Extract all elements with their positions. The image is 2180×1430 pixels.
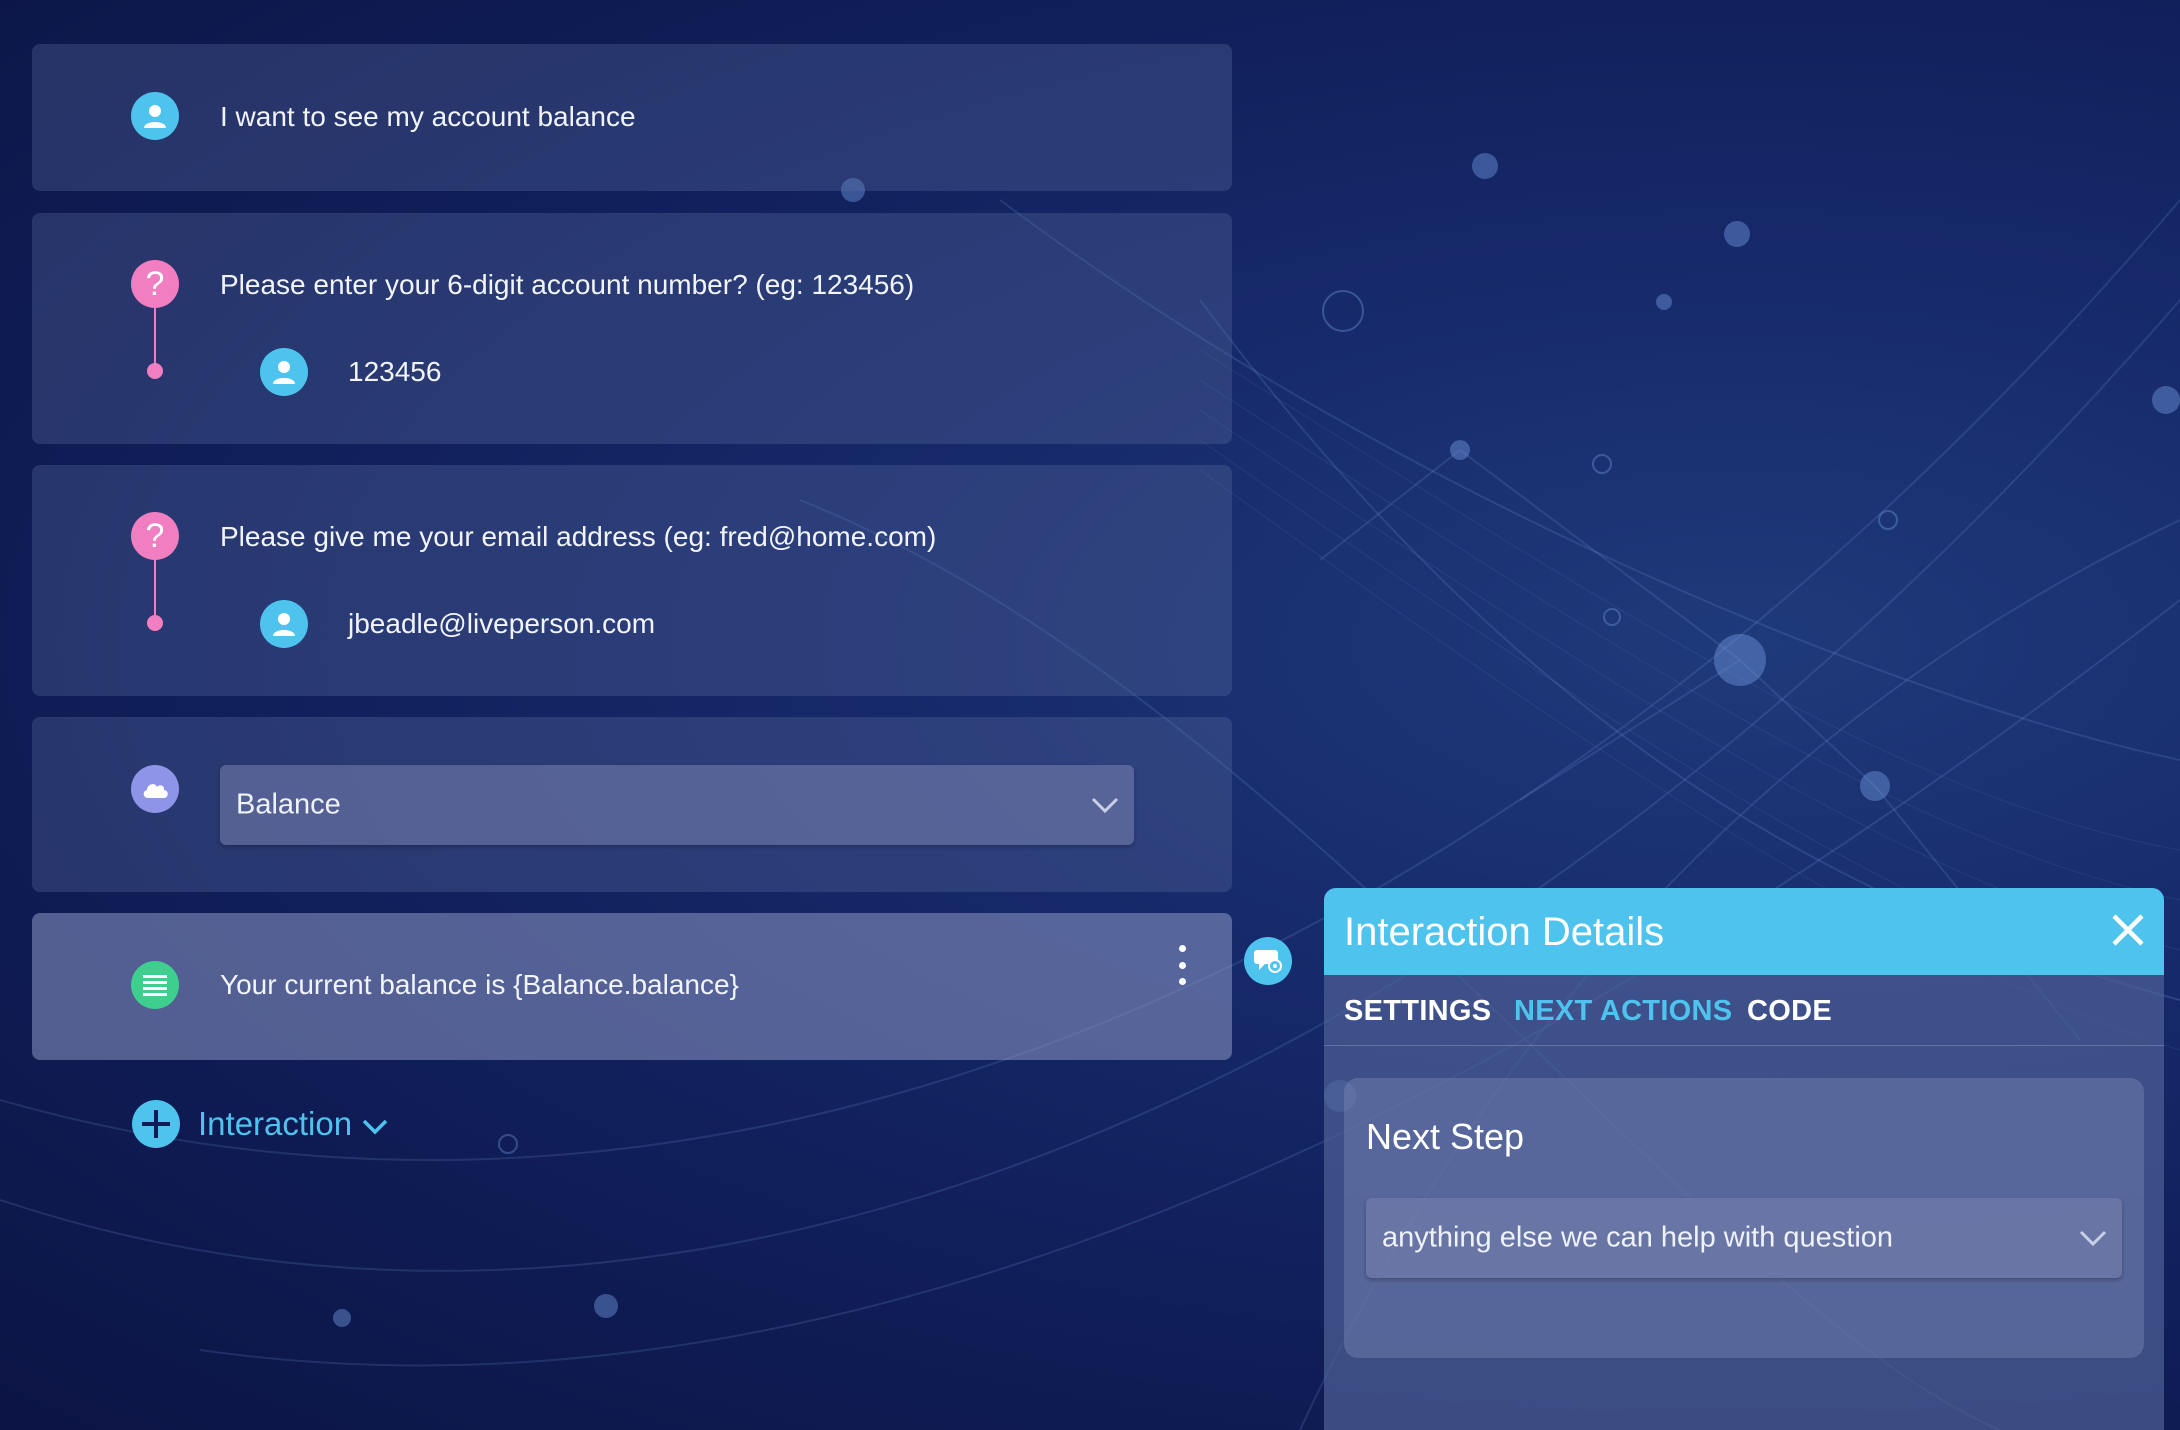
question-stem — [154, 308, 156, 368]
user-icon — [260, 600, 308, 648]
question-dot — [147, 615, 163, 631]
tab-code[interactable]: CODE — [1747, 995, 1832, 1028]
integration-select-value: Balance — [236, 788, 341, 821]
interaction-card-user[interactable]: I want to see my account balance — [32, 44, 1232, 191]
chevron-down-icon — [1091, 797, 1119, 814]
interaction-card-question-account[interactable]: ? Please enter your 6-digit account numb… — [32, 213, 1232, 444]
interaction-card-question-email[interactable]: ? Please give me your email address (eg:… — [32, 465, 1232, 696]
cloud-icon — [131, 765, 179, 813]
tab-next-actions[interactable]: NEXT ACTIONS — [1514, 995, 1732, 1028]
plus-icon — [132, 1100, 180, 1148]
close-icon[interactable] — [2108, 910, 2148, 950]
add-interaction-button[interactable]: Interaction — [132, 1100, 390, 1148]
interaction-details-panel: Interaction Details SETTINGS NEXT ACTION… — [1324, 888, 2164, 1430]
chevron-down-icon — [362, 1119, 388, 1135]
question-icon: ? — [131, 512, 179, 560]
chevron-down-icon — [2079, 1230, 2107, 1247]
next-step-select[interactable]: anything else we can help with question — [1366, 1198, 2122, 1278]
user-icon — [260, 348, 308, 396]
tab-settings[interactable]: SETTINGS — [1344, 995, 1491, 1028]
integration-select[interactable]: Balance — [220, 765, 1134, 845]
interaction-card-integration[interactable]: Balance — [32, 717, 1232, 892]
chat-gear-icon[interactable] — [1244, 937, 1292, 985]
kebab-menu-icon[interactable] — [1174, 945, 1190, 985]
panel-title: Interaction Details — [1344, 910, 1665, 954]
text-lines-icon — [131, 961, 179, 1009]
user-response-text: jbeadle@liveperson.com — [348, 608, 656, 639]
question-text: Please give me your email address (eg: f… — [220, 521, 937, 552]
panel-header: Interaction Details — [1324, 888, 2164, 975]
statement-text: Your current balance is {Balance.balance… — [220, 969, 739, 1000]
interaction-card-text[interactable]: Your current balance is {Balance.balance… — [32, 913, 1232, 1060]
user-response-text: 123456 — [348, 356, 442, 387]
question-icon: ? — [131, 260, 179, 308]
next-step-label: Next Step — [1366, 1116, 1525, 1157]
question-stem — [154, 560, 156, 620]
user-icon — [131, 92, 179, 140]
user-utterance-text: I want to see my account balance — [220, 101, 636, 132]
add-interaction-label: Interaction — [198, 1105, 353, 1142]
question-text: Please enter your 6-digit account number… — [220, 269, 915, 300]
question-dot — [147, 363, 163, 379]
next-step-select-value: anything else we can help with question — [1382, 1221, 1894, 1254]
next-step-card: Next Step anything else we can help with… — [1344, 1078, 2144, 1358]
panel-tabs: SETTINGS NEXT ACTIONS CODE — [1324, 975, 2164, 1046]
